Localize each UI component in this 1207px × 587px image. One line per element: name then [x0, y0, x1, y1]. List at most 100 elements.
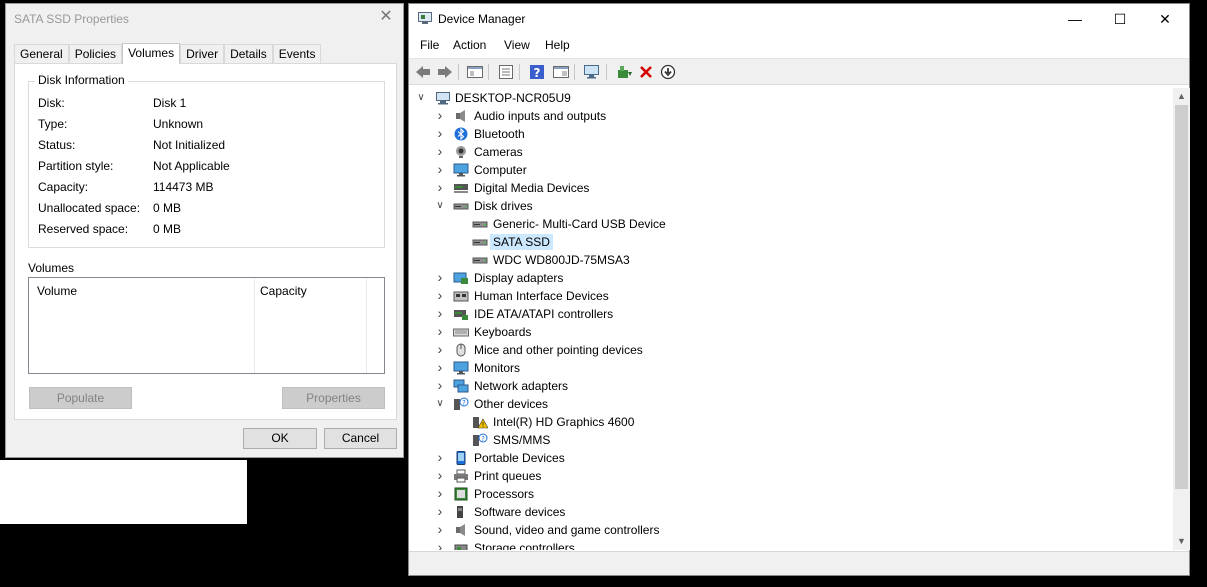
tree-device[interactable]: Generic- Multi-Card USB Device: [411, 215, 1171, 233]
tree-category[interactable]: › Display adapters: [411, 269, 1171, 287]
tree-category[interactable]: › Keyboards: [411, 323, 1171, 341]
scan-hardware-icon[interactable]: [583, 63, 601, 81]
bluetooth-icon: [453, 127, 474, 144]
view-icon[interactable]: [552, 63, 570, 81]
tree-device[interactable]: ? SMS/MMS: [411, 431, 1171, 449]
chevron-down-icon[interactable]: ∨: [416, 93, 426, 103]
volumes-list[interactable]: Volume Capacity: [28, 277, 385, 374]
chevron-right-icon[interactable]: ›: [435, 486, 445, 500]
portable-device-icon: [453, 451, 474, 468]
chevron-right-icon[interactable]: ›: [435, 522, 445, 536]
column-header-capacity[interactable]: Capacity: [260, 284, 307, 298]
tree-category[interactable]: › Software devices: [411, 503, 1171, 521]
group-legend: Disk Information: [35, 73, 128, 87]
vertical-scrollbar[interactable]: ▲ ▼: [1173, 88, 1190, 550]
tree-category[interactable]: › Processors: [411, 485, 1171, 503]
tree-category[interactable]: › IDE ATA/ATAPI controllers: [411, 305, 1171, 323]
chevron-right-icon[interactable]: ›: [435, 180, 445, 194]
menu-view[interactable]: View: [502, 38, 532, 52]
chevron-right-icon[interactable]: ›: [435, 360, 445, 374]
chevron-right-icon[interactable]: ›: [435, 342, 445, 356]
tree-category[interactable]: › Print queues: [411, 467, 1171, 485]
tree-category[interactable]: › Mice and other pointing devices: [411, 341, 1171, 359]
tree-item-label: Cameras: [474, 145, 523, 159]
tree-item-label: Sound, video and game controllers: [474, 523, 660, 537]
tree-item-label: Software devices: [474, 505, 566, 519]
back-arrow-icon[interactable]: [414, 63, 432, 81]
tree-category[interactable]: › Human Interface Devices: [411, 287, 1171, 305]
tree-device[interactable]: ! Intel(R) HD Graphics 4600: [411, 413, 1171, 431]
chevron-right-icon[interactable]: ›: [435, 144, 445, 158]
chevron-right-icon[interactable]: ›: [435, 108, 445, 122]
column-divider[interactable]: [366, 278, 367, 373]
uninstall-x-icon[interactable]: [637, 63, 655, 81]
tree-category[interactable]: › Audio inputs and outputs: [411, 107, 1171, 125]
tree-item-label: Print queues: [474, 469, 542, 483]
populate-button[interactable]: Populate: [29, 387, 132, 409]
tree-category[interactable]: ∨ Disk drives: [411, 197, 1171, 215]
dialog-title: SATA SSD Properties: [14, 12, 129, 26]
tab-volumes[interactable]: Volumes: [122, 43, 181, 64]
close-icon[interactable]: ✕: [379, 9, 393, 25]
chevron-right-icon[interactable]: ›: [435, 126, 445, 140]
tree-category[interactable]: › Cameras: [411, 143, 1171, 161]
tab-policies[interactable]: Policies: [68, 44, 123, 64]
chevron-right-icon[interactable]: ›: [435, 504, 445, 518]
tab-details[interactable]: Details: [224, 44, 273, 64]
toolbar-separator: [606, 64, 607, 80]
tab-general[interactable]: General: [14, 44, 69, 64]
tree-device[interactable]: WDC WD800JD-75MSA3: [411, 251, 1171, 269]
properties-sheet-icon[interactable]: [497, 63, 515, 81]
chevron-right-icon[interactable]: ›: [435, 378, 445, 392]
properties-button[interactable]: Properties: [282, 387, 385, 409]
warning-device-icon: !: [472, 415, 493, 432]
chevron-right-icon[interactable]: ›: [435, 270, 445, 284]
tab-events[interactable]: Events: [272, 44, 322, 64]
tree-category[interactable]: › Sound, video and game controllers: [411, 521, 1171, 539]
tree-device[interactable]: SATA SSD: [411, 233, 1171, 251]
tree-category[interactable]: › Network adapters: [411, 377, 1171, 395]
chevron-right-icon[interactable]: ›: [435, 468, 445, 482]
tree-category[interactable]: › Monitors: [411, 359, 1171, 377]
close-icon[interactable]: ✕: [1142, 8, 1188, 30]
menu-file[interactable]: File: [418, 38, 441, 52]
speaker-icon: [453, 523, 474, 540]
toolbar-separator: [488, 64, 489, 80]
tree-category[interactable]: › Computer: [411, 161, 1171, 179]
scroll-down-icon[interactable]: ▼: [1173, 533, 1190, 550]
update-driver-icon[interactable]: [615, 63, 633, 81]
chevron-right-icon[interactable]: ›: [435, 540, 445, 550]
chevron-down-icon[interactable]: ∨: [435, 201, 445, 211]
minimize-icon[interactable]: —: [1052, 8, 1098, 30]
display-adapter-icon: [453, 271, 474, 288]
tree-category[interactable]: › Portable Devices: [411, 449, 1171, 467]
chevron-right-icon[interactable]: ›: [435, 162, 445, 176]
tree-category[interactable]: › Digital Media Devices: [411, 179, 1171, 197]
console-tree-icon[interactable]: [466, 63, 484, 81]
scroll-up-icon[interactable]: ▲: [1173, 88, 1190, 105]
download-icon[interactable]: [659, 63, 677, 81]
computer-icon: [435, 91, 456, 108]
menu-help[interactable]: Help: [543, 38, 572, 52]
tree-category[interactable]: › Bluetooth: [411, 125, 1171, 143]
cancel-button[interactable]: Cancel: [324, 428, 397, 449]
tree-item-label: SATA SSD: [490, 234, 553, 250]
menu-action[interactable]: Action: [451, 38, 488, 52]
scrollbar-thumb[interactable]: [1175, 105, 1188, 489]
help-icon[interactable]: ?: [528, 63, 546, 81]
info-value: 0 MB: [153, 222, 182, 236]
forward-arrow-icon[interactable]: [436, 63, 454, 81]
tree-category[interactable]: ∨? Other devices: [411, 395, 1171, 413]
chevron-right-icon[interactable]: ›: [435, 306, 445, 320]
ok-button[interactable]: OK: [243, 428, 317, 449]
tab-driver[interactable]: Driver: [180, 44, 225, 64]
maximize-icon[interactable]: ☐: [1097, 8, 1143, 30]
chevron-right-icon[interactable]: ›: [435, 324, 445, 338]
toolbar-separator: [458, 64, 459, 80]
tree-category[interactable]: › Storage controllers: [411, 539, 1171, 550]
column-header-volume[interactable]: Volume: [37, 284, 77, 298]
column-divider[interactable]: [254, 278, 255, 373]
chevron-right-icon[interactable]: ›: [435, 288, 445, 302]
chevron-down-icon[interactable]: ∨: [435, 399, 445, 409]
chevron-right-icon[interactable]: ›: [435, 450, 445, 464]
